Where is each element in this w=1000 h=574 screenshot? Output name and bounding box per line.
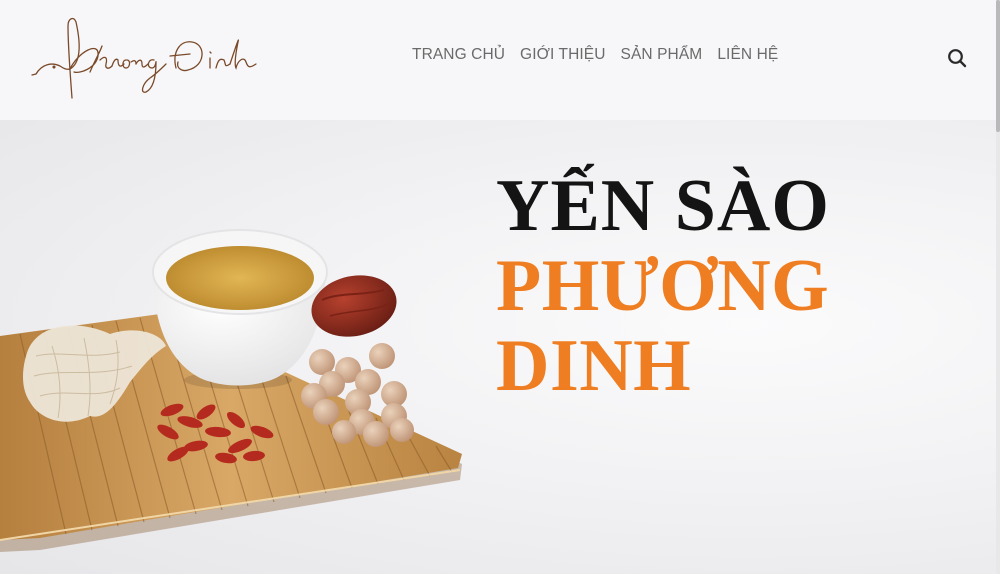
scrollbar-thumb[interactable] — [996, 0, 1000, 132]
nav-item-home[interactable]: TRANG CHỦ — [412, 46, 505, 64]
hero-banner: YẾN SÀO PHƯƠNG DINH — [0, 120, 996, 574]
hero-title: YẾN SÀO PHƯƠNG DINH — [496, 166, 916, 406]
hero-title-line-2: PHƯƠNG — [496, 245, 830, 327]
hero-title-line-1: YẾN SÀO — [496, 165, 830, 247]
nav-item-products[interactable]: SẢN PHẨM — [621, 46, 703, 64]
phuong-dinh-script-logo — [31, 17, 257, 99]
site-header: TRANG CHỦ GIỚI THIỆU SẢN PHẨM LIÊN HỆ — [0, 0, 1000, 120]
nav-item-about[interactable]: GIỚI THIỆU — [520, 46, 606, 64]
search-icon[interactable] — [946, 47, 968, 69]
nav-item-contact[interactable]: LIÊN HỆ — [717, 46, 778, 64]
page-scrollbar[interactable] — [996, 0, 1000, 574]
brand-logo[interactable] — [30, 12, 260, 102]
main-nav: TRANG CHỦ GIỚI THIỆU SẢN PHẨM LIÊN HỆ — [412, 46, 778, 64]
hero-product-image — [0, 229, 462, 552]
hero-title-line-3: DINH — [496, 325, 692, 407]
